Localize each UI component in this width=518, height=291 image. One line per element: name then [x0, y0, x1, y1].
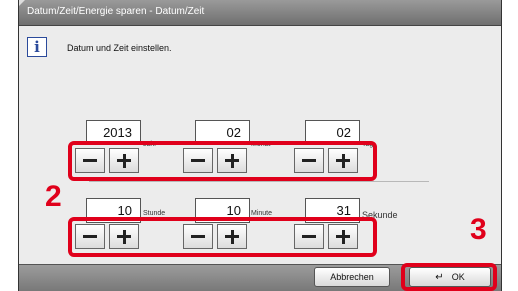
section-divider — [89, 181, 429, 182]
info-text: Datum und Zeit einstellen. — [67, 43, 172, 53]
step-3-callout: 3 — [470, 213, 487, 246]
cancel-button[interactable]: Abbrechen — [314, 267, 390, 287]
info-icon: i — [27, 37, 47, 57]
title-bar: Datum/Zeit/Energie sparen - Datum/Zeit — [19, 0, 501, 26]
dialog-screen: Datum/Zeit/Energie sparen - Datum/Zeit i… — [18, 0, 502, 291]
title-corner — [19, 0, 25, 6]
hour-unit: Stunde — [143, 210, 166, 217]
ok-button-highlight — [401, 263, 497, 291]
step-2-callout: 2 — [45, 180, 62, 213]
window-title: Datum/Zeit/Energie sparen - Datum/Zeit — [27, 6, 205, 17]
date-buttons-highlight — [68, 141, 377, 181]
time-buttons-highlight — [68, 217, 377, 257]
minute-unit: Minute — [251, 210, 273, 217]
info-row: i Datum und Zeit einstellen. — [27, 37, 487, 59]
